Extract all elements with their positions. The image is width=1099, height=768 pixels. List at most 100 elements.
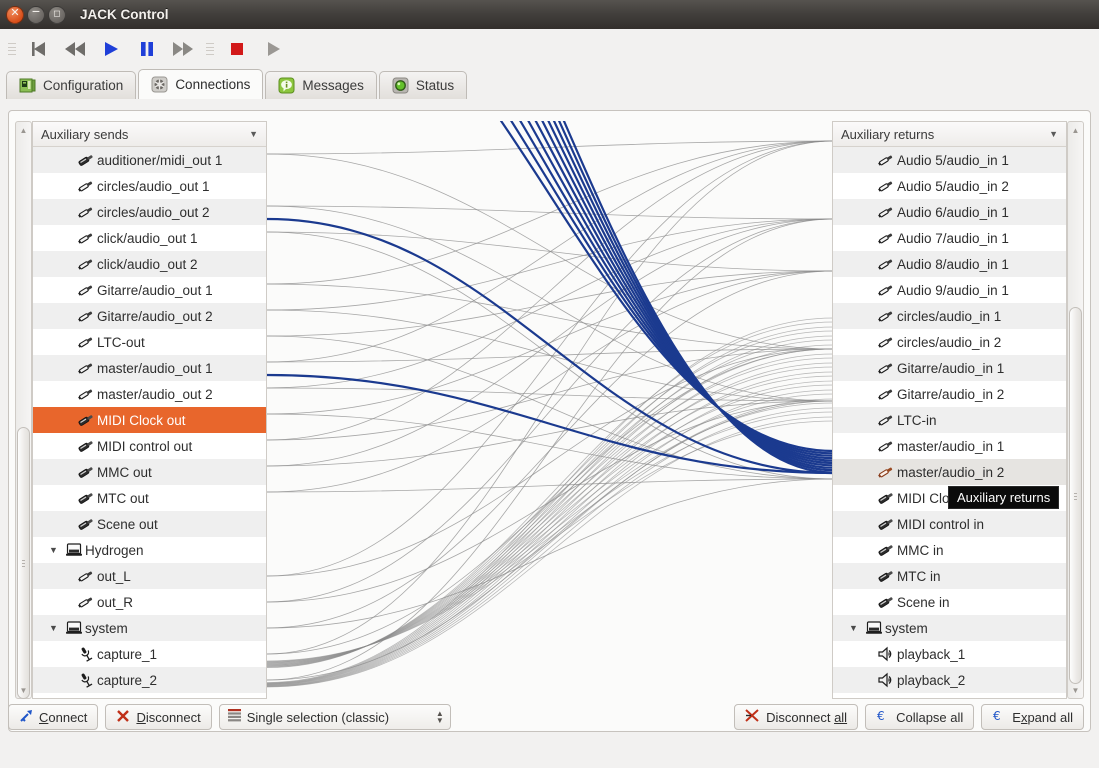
port-row-label: out_L xyxy=(97,568,131,584)
toolbar-drag-handle[interactable] xyxy=(8,41,16,57)
expand-triangle-icon[interactable]: ▼ xyxy=(49,623,63,633)
audio-port-icon xyxy=(875,437,897,455)
port-row[interactable]: out_L xyxy=(33,563,266,589)
rewind-button[interactable] xyxy=(62,36,88,62)
start-server-button[interactable] xyxy=(260,36,286,62)
port-row[interactable]: LTC-out xyxy=(33,329,266,355)
left-rows-container: auditioner/midi_out 1 circles/audio_out 1… xyxy=(33,147,266,693)
close-button[interactable]: ✕ xyxy=(6,5,24,24)
left-scrollbar[interactable]: ▲ ▼ xyxy=(15,121,32,699)
scroll-down-icon[interactable]: ▼ xyxy=(1068,683,1083,697)
port-row[interactable]: MMC out xyxy=(33,459,266,485)
port-row-label: master/audio_out 2 xyxy=(97,386,213,402)
right-scrollbar-thumb[interactable] xyxy=(1069,307,1082,684)
port-row[interactable]: MIDI control in xyxy=(833,511,1066,537)
minimize-button[interactable]: − xyxy=(27,4,45,24)
right-list-header-label: Auxiliary returns xyxy=(841,126,935,142)
scroll-up-icon[interactable]: ▲ xyxy=(1068,123,1083,137)
port-row[interactable]: ▼ Hydrogen xyxy=(33,537,266,563)
maximize-button[interactable]: ◻ xyxy=(48,5,66,24)
tab-status[interactable]: Status xyxy=(378,71,468,99)
expand-triangle-icon[interactable]: ▼ xyxy=(849,623,863,633)
scroll-up-icon[interactable]: ▲ xyxy=(16,123,31,137)
expand-triangle-icon[interactable]: ▼ xyxy=(49,545,63,555)
port-row-label: MIDI control in xyxy=(897,516,985,532)
port-row-label: Gitarre/audio_in 2 xyxy=(897,386,1005,402)
port-row[interactable]: Audio 8/audio_in 1 xyxy=(833,251,1066,277)
audio-port-icon xyxy=(875,281,897,299)
port-row[interactable]: capture_2 xyxy=(33,667,266,693)
right-list-header[interactable]: Auxiliary returns ▼ xyxy=(833,122,1066,147)
port-row[interactable]: Audio 9/audio_in 1 xyxy=(833,277,1066,303)
chevron-down-icon[interactable]: ▼ xyxy=(1049,129,1058,139)
fast-forward-button[interactable] xyxy=(170,36,196,62)
left-list-header[interactable]: Auxiliary sends ▼ xyxy=(33,122,266,147)
port-row-label: LTC-in xyxy=(897,412,937,428)
port-row[interactable]: Gitarre/audio_in 2 xyxy=(833,381,1066,407)
pause-button[interactable] xyxy=(134,36,160,62)
port-row[interactable]: master/audio_in 1 xyxy=(833,433,1066,459)
port-row[interactable]: circles/audio_out 2 xyxy=(33,199,266,225)
tab-configuration[interactable]: Configuration xyxy=(6,71,137,99)
selection-mode-select[interactable]: Single selection (classic) ▲ ▼ xyxy=(218,704,451,730)
stop-button[interactable] xyxy=(224,36,250,62)
patchbay-connection-canvas[interactable] xyxy=(266,0,835,699)
microphone-icon xyxy=(75,645,97,663)
port-row[interactable]: Audio 5/audio_in 2 xyxy=(833,173,1066,199)
left-scrollbar-thumb[interactable] xyxy=(17,427,30,699)
port-row[interactable]: MIDI Clock out xyxy=(33,407,266,433)
port-row[interactable]: Gitarre/audio_out 1 xyxy=(33,277,266,303)
port-row[interactable]: capture_1 xyxy=(33,641,266,667)
port-row[interactable]: click/audio_out 2 xyxy=(33,251,266,277)
tab-messages[interactable]: Messages xyxy=(265,71,377,99)
scroll-down-icon[interactable]: ▼ xyxy=(16,683,31,697)
port-row[interactable]: click/audio_out 1 xyxy=(33,225,266,251)
port-row[interactable]: Audio 7/audio_in 1 xyxy=(833,225,1066,251)
port-row[interactable]: ▼ system xyxy=(33,615,266,641)
port-row[interactable]: auditioner/midi_out 1 xyxy=(33,147,266,173)
client-icon xyxy=(863,619,885,637)
port-row[interactable]: Gitarre/audio_in 1 xyxy=(833,355,1066,381)
messages-icon xyxy=(278,77,295,94)
port-row[interactable]: MTC in xyxy=(833,563,1066,589)
port-row[interactable]: master/audio_out 1 xyxy=(33,355,266,381)
port-row[interactable]: Audio 6/audio_in 1 xyxy=(833,199,1066,225)
input-ports-list[interactable]: Auxiliary returns ▼ Audio 5/audio_in 1 Au… xyxy=(832,121,1067,699)
disconnect-all-button[interactable]: Disconnect all xyxy=(734,704,859,730)
chevron-down-icon[interactable]: ▼ xyxy=(249,129,258,139)
disconnect-button[interactable]: Disconnect xyxy=(105,704,212,730)
rewind-to-start-button[interactable] xyxy=(26,36,52,62)
port-row[interactable]: playback_2 xyxy=(833,667,1066,693)
tooltip: Auxiliary returns xyxy=(948,486,1060,509)
play-button[interactable] xyxy=(98,36,124,62)
port-row[interactable]: Scene out xyxy=(33,511,266,537)
port-row[interactable]: MMC in xyxy=(833,537,1066,563)
port-row[interactable]: playback_1 xyxy=(833,641,1066,667)
port-row[interactable]: MTC out xyxy=(33,485,266,511)
port-row[interactable]: circles/audio_in 2 xyxy=(833,329,1066,355)
port-row[interactable]: MIDI control out xyxy=(33,433,266,459)
collapse-all-label: Collapse all xyxy=(896,709,964,725)
output-ports-list[interactable]: Auxiliary sends ▼ auditioner/midi_out 1 c… xyxy=(32,121,267,699)
port-row[interactable]: master/audio_in 2 xyxy=(833,459,1066,485)
connect-button[interactable]: Connect xyxy=(8,704,99,730)
port-row[interactable]: LTC-in xyxy=(833,407,1066,433)
port-row[interactable]: Scene in xyxy=(833,589,1066,615)
port-row[interactable]: circles/audio_out 1 xyxy=(33,173,266,199)
expand-all-button[interactable]: € Expand all xyxy=(981,704,1084,730)
speaker-icon xyxy=(875,645,897,663)
tab-connections[interactable]: Connections xyxy=(138,69,264,99)
port-row-label: Audio 7/audio_in 1 xyxy=(897,230,1009,246)
port-row[interactable]: ▼ system xyxy=(833,615,1066,641)
port-row[interactable]: Audio 5/audio_in 1 xyxy=(833,147,1066,173)
port-row-label: Audio 8/audio_in 1 xyxy=(897,256,1009,272)
connect-label: Connect xyxy=(39,709,88,725)
port-row[interactable]: master/audio_out 2 xyxy=(33,381,266,407)
port-row[interactable]: circles/audio_in 1 xyxy=(833,303,1066,329)
audio-port-icon xyxy=(875,177,897,195)
right-scrollbar[interactable]: ▲ ▼ xyxy=(1067,121,1084,699)
port-row[interactable]: out_R xyxy=(33,589,266,615)
collapse-all-button[interactable]: € Collapse all xyxy=(865,704,975,730)
spinner-arrows-icon[interactable]: ▲ ▼ xyxy=(436,710,444,725)
port-row[interactable]: Gitarre/audio_out 2 xyxy=(33,303,266,329)
